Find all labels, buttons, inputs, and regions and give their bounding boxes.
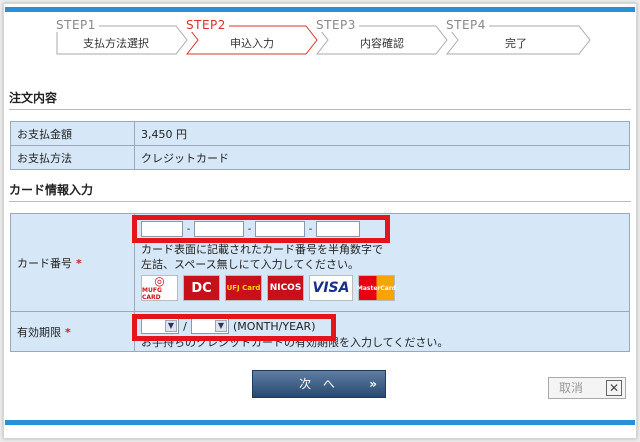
expiry-highlight-box [132, 314, 336, 341]
next-button-label: 次 へ [299, 377, 339, 391]
method-row: お支払方法 クレジットカード [10, 145, 630, 170]
close-icon: ✕ [606, 380, 622, 396]
expiry-label: 有効期限 [17, 325, 61, 339]
method-label: お支払方法 [10, 145, 135, 170]
required-mark: * [76, 256, 82, 270]
step-3-label: 内容確認 [360, 37, 404, 50]
step-4-label: 完了 [505, 37, 527, 50]
amount-value: 3,450 円 [134, 121, 630, 146]
required-mark: * [65, 325, 71, 339]
method-value: クレジットカード [134, 145, 630, 170]
step-2-label: 申込入力 [230, 37, 274, 50]
order-section-title: 注文内容 [9, 90, 631, 110]
dc-card-logo: DC [183, 275, 220, 301]
step-progress: STEP1 支払方法選択 STEP2 申込入力 STEP3 内容確認 STEP4… [56, 18, 596, 64]
step-3: STEP3 内容確認 [316, 18, 448, 64]
step-2-number: STEP2 [186, 18, 229, 32]
cancel-button[interactable]: 取消 ✕ [548, 377, 626, 399]
card-number-highlight-box [132, 215, 390, 243]
amount-label: お支払金額 [10, 121, 135, 146]
card-number-hint-line-1: カード表面に記載されたカード番号を半角数字で [141, 243, 383, 256]
cancel-button-label: 取消 [559, 381, 584, 395]
expiry-label-cell: 有効期限 * [10, 311, 135, 352]
step-4: STEP4 完了 [446, 18, 591, 64]
step-1-label: 支払方法選択 [83, 37, 149, 50]
next-button[interactable]: 次 へ » [252, 370, 386, 398]
double-chevron-right-icon: » [369, 377, 377, 391]
step-1: STEP1 支払方法選択 [56, 18, 188, 64]
step-4-number: STEP4 [446, 18, 489, 32]
card-section-title: カード情報入力 [9, 182, 631, 202]
visa-card-logo: VISA [309, 275, 353, 301]
bottom-accent-bar [5, 420, 635, 425]
order-table: お支払金額 3,450 円 お支払方法 クレジットカード [10, 121, 630, 170]
card-number-label-cell: カード番号 * [10, 213, 135, 312]
nicos-card-logo: NICOS [267, 275, 304, 301]
card-brand-logos: ◎ MUFG CARD DC UFJ Card NICOS VISA Master… [141, 275, 623, 301]
ufj-card-logo: UFJ Card [225, 275, 262, 301]
step-2: STEP2 申込入力 [186, 18, 318, 64]
top-accent-bar [5, 7, 635, 12]
card-number-hint-line-2: 左詰、スペース無しにて入力してください。 [141, 258, 360, 271]
step-1-number: STEP1 [56, 18, 99, 32]
amount-row: お支払金額 3,450 円 [10, 121, 630, 146]
mastercard-logo: MasterCard [357, 275, 396, 301]
step-3-number: STEP3 [316, 18, 359, 32]
card-number-label: カード番号 [17, 256, 72, 270]
mufg-card-logo: ◎ MUFG CARD [141, 275, 178, 301]
